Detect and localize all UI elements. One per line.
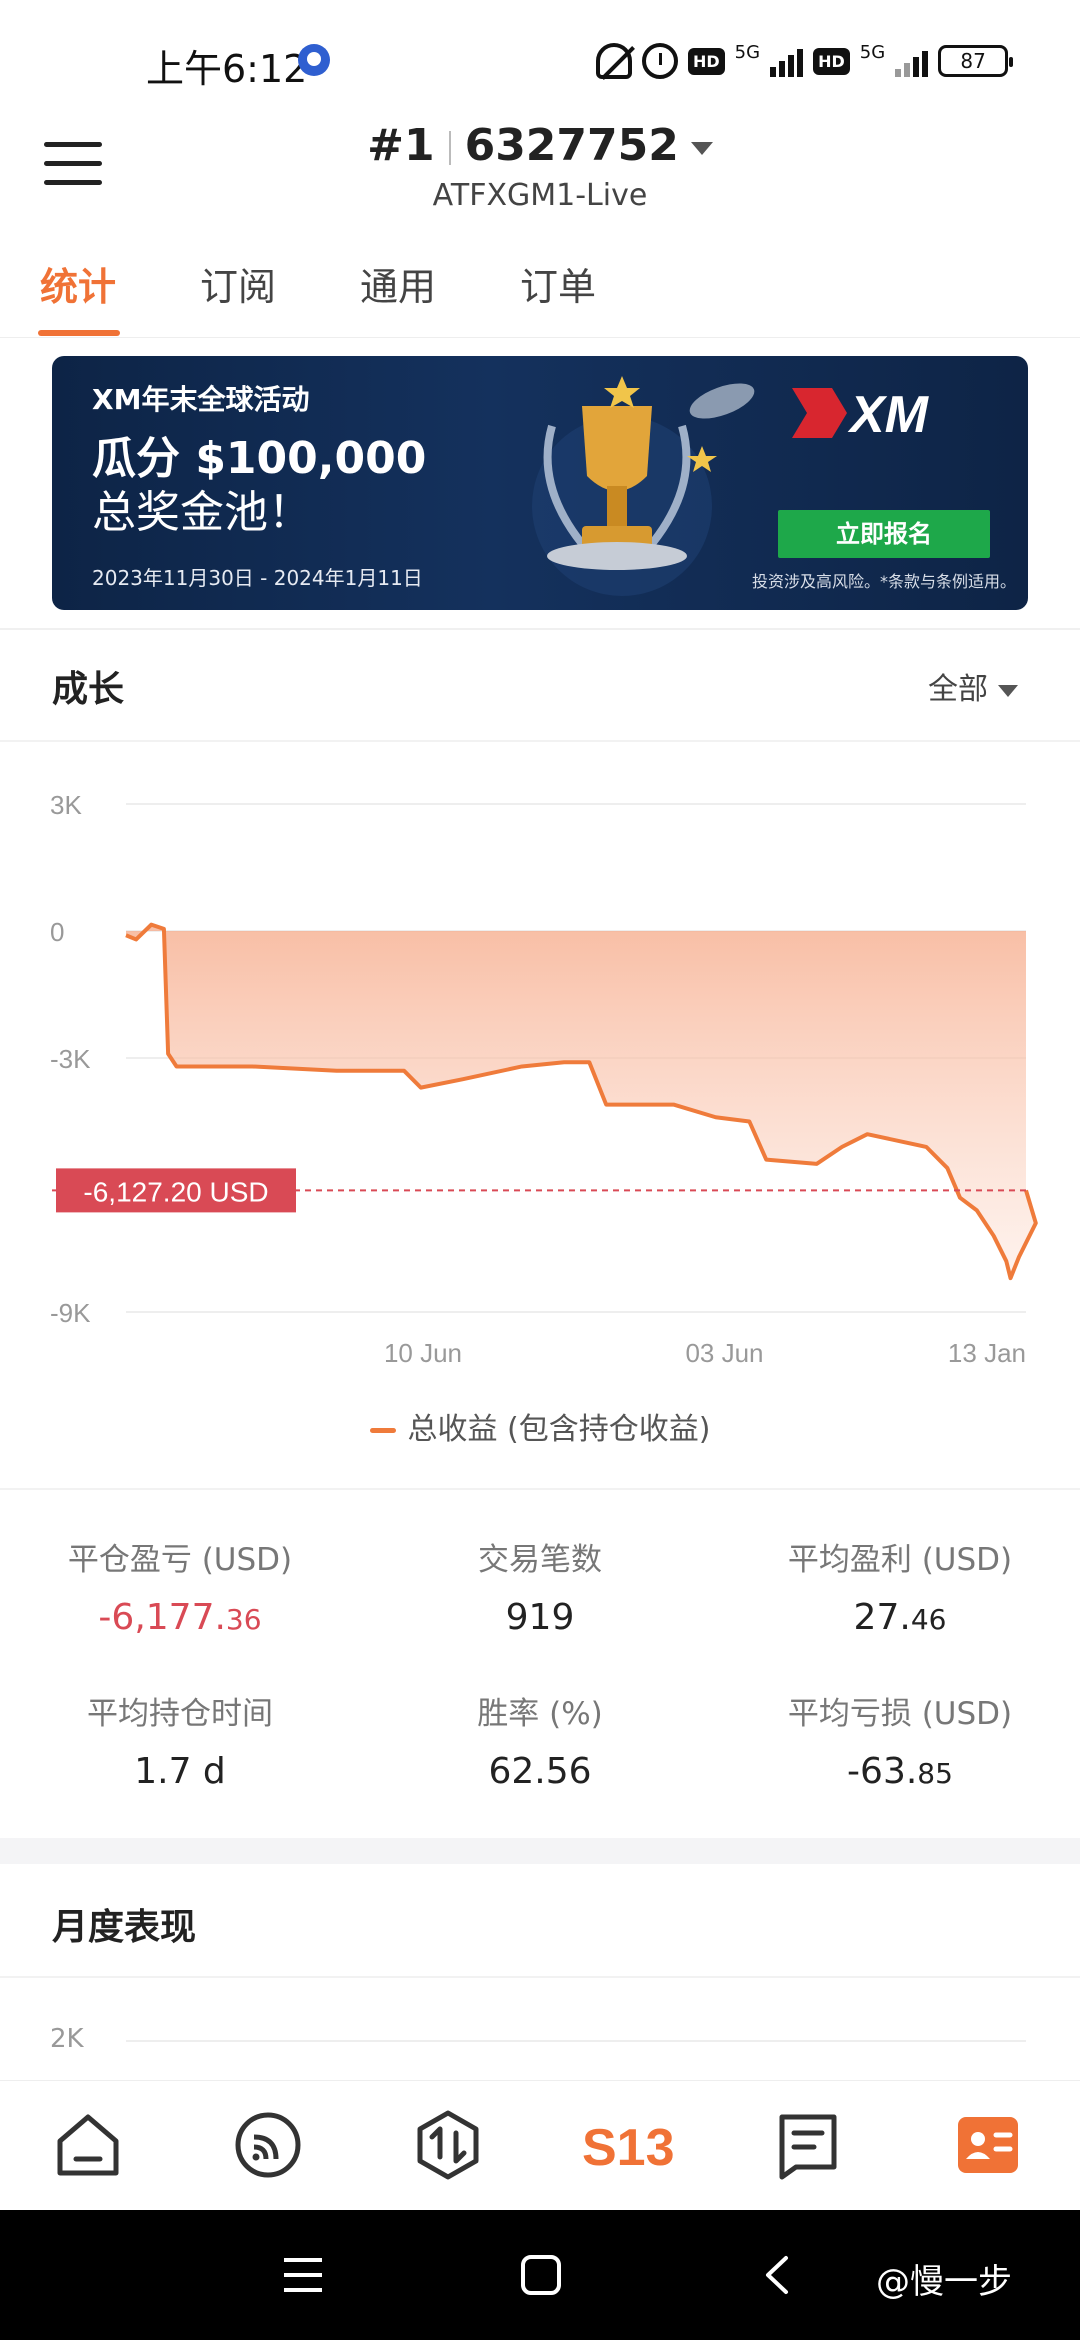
stat-value: 919 [505, 1597, 575, 1638]
y-tick-label: 0 [50, 917, 64, 947]
banner-title: XM年末全球活动 [92, 383, 310, 416]
stat-avg-profit: 平均盈利 (USD) 27.46 [720, 1534, 1080, 1638]
watermark: @慢一步 [876, 2262, 1012, 2302]
stat-value: 62.56 [488, 1751, 592, 1792]
s13-logo-icon[interactable]: S13 [578, 2109, 678, 2181]
stat-value: 1.7 d [134, 1751, 226, 1792]
growth-title: 成长 [52, 669, 125, 710]
system-nav-bar: @慢一步 [0, 2210, 1080, 2340]
banner-disclaimer: 投资涉及高风险。*条款与条例适用。 [752, 572, 1017, 591]
home-icon[interactable] [52, 2109, 124, 2181]
divider [0, 740, 1080, 742]
series-area [126, 924, 1036, 1279]
account-selector[interactable]: #1 6327752 [0, 120, 1080, 171]
tab-general[interactable]: 通用 [360, 256, 436, 311]
chevron-down-icon [690, 141, 713, 155]
stat-label: 平均盈利 (USD) [787, 1542, 1013, 1578]
tab-orders[interactable]: 订单 [520, 256, 596, 311]
chevron-down-icon [998, 684, 1018, 697]
y-tick-label: -9K [50, 1298, 91, 1328]
recent-apps-icon[interactable] [282, 2254, 324, 2296]
tab-subscribe[interactable]: 订阅 [200, 256, 276, 311]
promo-banner[interactable]: XM年末全球活动 瓜分 $100,000 总奖金池！ 2023年11月30日 -… [52, 356, 1028, 610]
active-tab-indicator [38, 330, 120, 336]
divider [0, 1976, 1080, 1978]
current-value-label: -6,127.20 USD [83, 1176, 268, 1207]
status-time: 上午6:12 [146, 47, 308, 91]
home-button-icon[interactable] [520, 2254, 562, 2296]
alarm-clock-icon [642, 43, 678, 79]
stat-avg-hold-time: 平均持仓时间 1.7 d [0, 1688, 360, 1792]
x-tick-label: 03 Jun [685, 1338, 763, 1368]
network-type-label: 5G [734, 41, 761, 63]
y-tick-label: 3K [50, 790, 82, 820]
bottom-nav: S13 [0, 2080, 1080, 2210]
alarm-icon [298, 44, 330, 76]
section-gap [0, 1838, 1080, 1864]
monthly-y-tick: 2K [50, 2024, 84, 2054]
signal-icon [770, 45, 804, 77]
trophy-icon [532, 376, 755, 596]
tab-bar: 统计 订阅 通用 订单 [0, 250, 1080, 338]
range-filter-label: 全部 [928, 672, 988, 707]
signal-icon-2 [895, 45, 929, 77]
back-icon[interactable] [762, 2254, 792, 2296]
stat-value: 27.46 [853, 1597, 947, 1638]
register-button[interactable]: 立即报名 [778, 510, 990, 558]
legend-swatch [369, 1428, 396, 1433]
network-type-label-2: 5G [859, 41, 886, 63]
status-icons: HD 5G HD 5G 87 [596, 40, 1014, 82]
section-gap [0, 628, 1080, 630]
monthly-title: 月度表现 [52, 1907, 197, 1948]
stat-label: 胜率 (%) [477, 1696, 603, 1732]
hd-icon-2: HD [813, 47, 850, 75]
stat-avg-loss: 平均亏损 (USD) -63.85 [720, 1688, 1080, 1792]
stat-value: -63.85 [847, 1751, 953, 1792]
x-tick-label: 10 Jun [384, 1338, 462, 1368]
stat-win-rate: 胜率 (%) 62.56 [360, 1688, 720, 1792]
account-rank: #1 [367, 120, 435, 171]
legend-label: 总收益 (包含持仓收益) [407, 1412, 711, 1447]
svg-text:S13: S13 [582, 2119, 675, 2177]
app-header: #1 6327752 ATFXGM1-Live [0, 120, 1080, 230]
tab-statistics[interactable]: 统计 [40, 256, 116, 311]
stat-label: 交易笔数 [478, 1542, 602, 1578]
hd-icon: HD [688, 47, 725, 75]
gridline [126, 2040, 1026, 2042]
stat-trade-count: 交易笔数 919 [360, 1534, 720, 1638]
trade-icon[interactable] [412, 2109, 484, 2181]
battery-icon: 87 [938, 45, 1014, 77]
stat-label: 平仓盈亏 (USD) [67, 1542, 293, 1578]
stat-value: -6,177.36 [98, 1597, 262, 1638]
banner-pool: 总奖金池！ [92, 487, 312, 538]
signal-feed-icon[interactable] [232, 2109, 304, 2181]
divider [0, 1488, 1080, 1490]
range-filter[interactable]: 全部 [928, 664, 1018, 708]
banner-dates: 2023年11月30日 - 2024年1月11日 [92, 566, 423, 590]
server-name: ATFXGM1-Live [432, 178, 648, 213]
xm-logo-icon: XM [792, 386, 930, 444]
brand-text: XM [847, 386, 930, 444]
stat-label: 平均持仓时间 [87, 1696, 273, 1732]
account-id: 6327752 [464, 120, 679, 171]
stat-closed-pnl: 平仓盈亏 (USD) -6,177.36 [0, 1534, 360, 1638]
chart-legend: 总收益 (包含持仓收益) [0, 1404, 1080, 1448]
message-icon[interactable] [772, 2109, 844, 2181]
stat-label: 平均亏损 (USD) [787, 1696, 1013, 1732]
status-bar: 上午6:12 HD 5G HD 5G 87 [0, 0, 1080, 120]
x-tick-label: 13 Jan [948, 1338, 1026, 1368]
y-tick-label: -3K [50, 1044, 91, 1074]
profile-card-icon[interactable] [952, 2109, 1024, 2181]
mute-bell-icon [596, 43, 632, 79]
growth-chart[interactable]: 3K 0 -3K -9K 10 Jun 03 Jun 13 Jan -6,127.20 USD [0, 760, 1080, 1380]
